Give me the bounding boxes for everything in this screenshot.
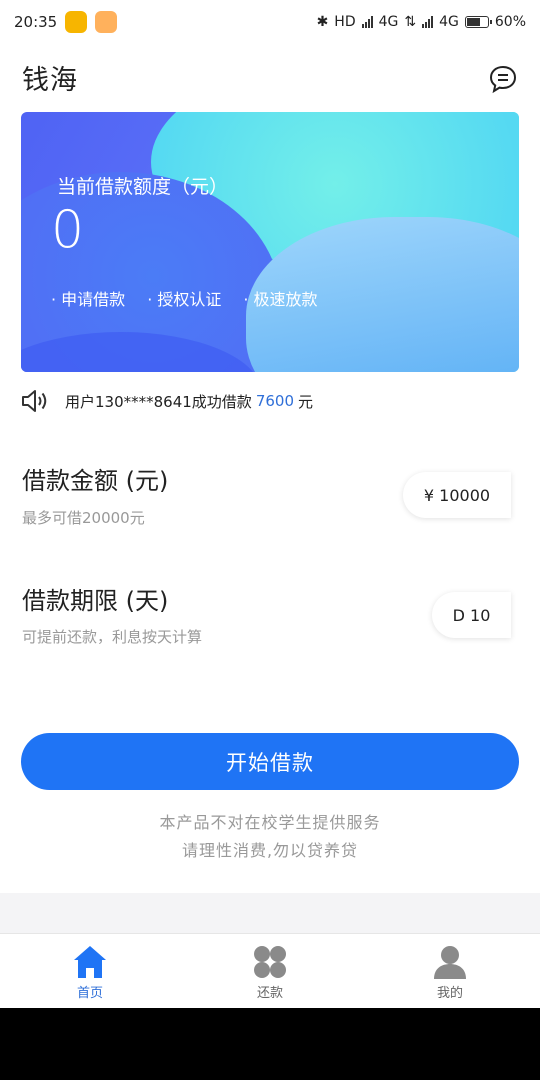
chat-app-icon — [65, 11, 88, 33]
tab-mine-label: 我的 — [436, 986, 463, 1001]
credit-limit-label: 当前借款额度（元） — [57, 176, 229, 198]
camera-app-icon — [95, 11, 118, 33]
user-icon — [434, 946, 466, 979]
disclaimer-line-1: 本产品不对在校学生提供服务 — [159, 813, 381, 832]
loan-term-subtitle: 可提前还款，利息按天计算 — [22, 628, 203, 646]
system-nav-bar — [0, 1008, 540, 1080]
notice-text: 用户130****8641成功借款 — [65, 392, 252, 411]
hd-label: HD — [334, 14, 356, 30]
bottom-tab-bar: 首页 还款 我的 — [0, 933, 540, 1009]
credit-limit-amount: 0 — [51, 200, 85, 260]
battery-icon — [464, 16, 492, 28]
network-label-2: 4G — [439, 14, 459, 30]
data-transfer-icon: ⇅ — [404, 14, 417, 30]
network-label: 4G — [378, 14, 399, 30]
status-time: 20:35 — [14, 13, 58, 31]
tab-repay-label: 还款 — [256, 986, 283, 1001]
disclaimer-line-2: 请理性消费,勿以贷养贷 — [181, 841, 359, 860]
feature-auth: 授权认证 — [147, 286, 221, 310]
tab-home[interactable]: 首页 — [0, 934, 180, 1009]
loan-term-selector[interactable]: D 10 — [432, 592, 511, 638]
credit-banner: 当前借款额度（元） 0 申请借款 授权认证 极速放款 — [21, 112, 519, 372]
app-screen: 20:35 ✱ HD 4G ⇅ 4G 60% 钱海 当前借款额度（元） 0 · … — [0, 0, 540, 1009]
page-header: 钱海 — [0, 52, 540, 104]
feature-fast: 极速放款 — [243, 286, 318, 310]
notice-unit: 元 — [298, 392, 314, 411]
section-divider — [0, 893, 540, 933]
feature-list: 申请借款 授权认证 极速放款 — [51, 286, 318, 310]
loan-term-title: 借款期限 (天) — [22, 587, 169, 615]
signal-icon — [361, 16, 373, 28]
grid-icon — [254, 946, 286, 978]
loan-amount-selector[interactable]: ¥ 10000 — [403, 472, 511, 518]
tab-mine[interactable]: 我的 — [360, 934, 540, 1009]
battery-percent: 60% — [494, 14, 526, 30]
feature-apply: 申请借款 — [51, 286, 125, 310]
page-title: 钱海 — [22, 65, 78, 96]
status-bar: 20:35 ✱ HD 4G ⇅ 4G 60% — [0, 0, 540, 44]
message-icon[interactable] — [488, 64, 518, 94]
signal-icon-2 — [422, 16, 434, 28]
home-icon — [74, 946, 106, 978]
tab-repay[interactable]: 还款 — [180, 934, 360, 1009]
speaker-icon — [22, 390, 47, 412]
loan-amount-title: 借款金额 (元) — [22, 467, 169, 495]
tab-home-label: 首页 — [76, 986, 103, 1001]
notice-amount: 7600 — [255, 392, 294, 410]
loan-amount-subtitle: 最多可借20000元 — [22, 509, 145, 527]
bluetooth-icon: ✱ — [316, 14, 329, 30]
loan-notice: 用户130****8641成功借款 7600 元 — [21, 386, 313, 416]
start-loan-button[interactable]: 开始借款 — [21, 733, 519, 790]
